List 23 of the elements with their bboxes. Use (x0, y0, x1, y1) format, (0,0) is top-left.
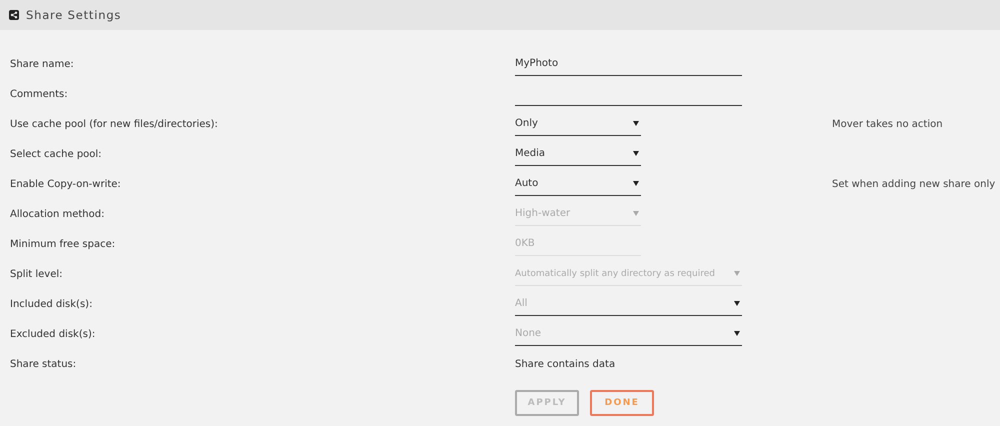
text-field[interactable]: MyPhoto (515, 52, 742, 76)
field-label: Enable Copy-on-write: (9, 178, 122, 190)
dropdown-field[interactable]: Only (515, 112, 641, 136)
field-note: Mover takes no action (832, 118, 943, 130)
dropdown-field[interactable]: Auto (515, 172, 641, 196)
field-label: Share name: (9, 58, 75, 70)
dropdown-field[interactable]: All (515, 292, 742, 316)
dropdown-field[interactable]: None (515, 322, 742, 346)
status-text: Share contains data (515, 358, 616, 370)
done-button[interactable]: DONE (590, 390, 654, 416)
field-label: Use cache pool (for new files/directories): (9, 118, 219, 130)
field-note: Set when adding new share only (832, 178, 996, 190)
dropdown-field[interactable]: Media (515, 142, 641, 166)
field-label: Excluded disk(s): (9, 328, 96, 340)
share-icon (9, 10, 19, 20)
field-label: Select cache pool: (9, 148, 103, 160)
field-label: Allocation method: (9, 208, 106, 220)
field-label: Comments: (9, 88, 69, 100)
field-label: Share status: (9, 358, 78, 370)
field-label: Split level: (9, 268, 64, 280)
field-label: Minimum free space: (9, 238, 116, 250)
section-title: Share Settings (26, 8, 122, 22)
field-label: Included disk(s): (9, 298, 94, 310)
